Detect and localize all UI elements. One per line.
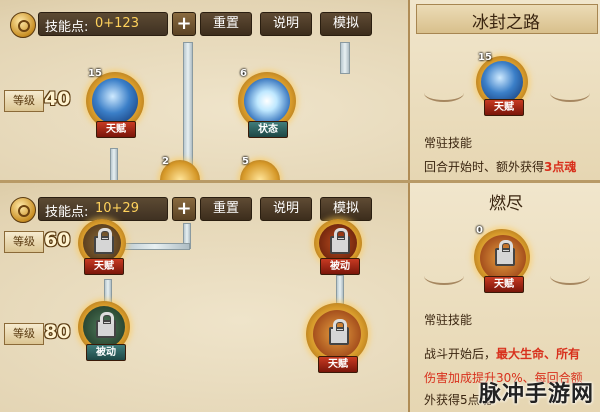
skill-node-locked[interactable]: 被动 xyxy=(314,219,362,275)
skill-type: 常驻技能 xyxy=(424,313,473,327)
detail-skill-icon: 15 天赋 xyxy=(476,52,528,116)
bottom-skill-panel: 技能点: 10+29 + 重置 说明 模拟 等级 60 等级 80 天赋 被动 … xyxy=(0,183,600,412)
skill-coin-icon xyxy=(10,12,36,38)
level-value: 40 xyxy=(44,88,71,110)
skill-description-text: 回合开始时、额外获得 xyxy=(424,160,545,174)
skill-description: 回合开始时、额外获得3点魂 xyxy=(424,158,576,175)
site-watermark: 脉冲手游网 xyxy=(478,382,594,407)
locked-skill-icon xyxy=(83,306,125,348)
passive-badge: 被动 xyxy=(320,258,360,275)
skill-node-locked[interactable]: 被动 xyxy=(78,301,130,361)
lock-icon xyxy=(495,240,515,266)
ice-skill-icon xyxy=(92,78,138,124)
cloud-ornament xyxy=(424,267,464,285)
status-badge: 状态 xyxy=(248,121,288,138)
lock-icon xyxy=(330,228,350,254)
talent-badge: 天赋 xyxy=(484,99,524,116)
skill-path xyxy=(120,243,190,250)
skill-level: 0 xyxy=(476,225,483,236)
talent-badge: 天赋 xyxy=(318,356,358,373)
cloud-ornament xyxy=(550,84,590,102)
top-header: 技能点: 0+123 + 重置 说明 模拟 xyxy=(4,8,404,38)
level-value: 60 xyxy=(44,229,71,251)
lock-icon xyxy=(94,228,114,254)
skill-node-partial[interactable]: 2 xyxy=(160,156,200,182)
skill-type: 常驻技能 xyxy=(424,136,473,150)
burn-skill-icon xyxy=(313,310,361,358)
talent-badge: 天赋 xyxy=(484,276,524,293)
skill-title: 冰封之路 xyxy=(472,13,540,33)
skill-coin-icon xyxy=(10,197,36,223)
bottom-header: 技能点: 10+29 + 重置 说明 模拟 xyxy=(4,193,404,223)
skill-level: 5 xyxy=(242,156,249,167)
add-points-button[interactable]: + xyxy=(172,12,196,36)
skill-description-text: 战斗开始后， xyxy=(424,347,497,361)
skill-detail-panel: 冰封之路 15 天赋 常驻技能 回合开始时、额外获得3点魂 xyxy=(408,0,600,182)
skill-points-value: 0+123 xyxy=(95,16,139,31)
skill-path xyxy=(340,42,350,74)
skill-node-ice[interactable]: 15 天赋 xyxy=(86,68,144,138)
explain-button[interactable]: 说明 xyxy=(260,12,312,36)
burst-skill-icon xyxy=(244,78,290,124)
skill-points-bar: 技能点: 10+29 xyxy=(38,197,168,221)
locked-skill-icon xyxy=(83,224,121,262)
level-tag: 等级 xyxy=(4,231,44,253)
simulate-button[interactable]: 模拟 xyxy=(320,12,372,36)
skill-node-partial[interactable]: 5 xyxy=(240,156,280,182)
talent-badge: 天赋 xyxy=(96,121,136,138)
top-skill-panel: 技能点: 0+123 + 重置 说明 模拟 等级 40 15 天赋 6 状态 2… xyxy=(0,0,600,182)
level-tag: 等级 xyxy=(4,90,44,112)
skill-points-label: 技能点: xyxy=(45,20,89,35)
skill-points-bar: 技能点: 0+123 xyxy=(38,12,168,36)
reset-button[interactable]: 重置 xyxy=(200,197,252,221)
skill-level: 2 xyxy=(162,156,169,167)
lock-icon xyxy=(96,312,116,338)
skill-points-label: 技能点: xyxy=(45,205,89,220)
cloud-ornament xyxy=(550,267,590,285)
lock-icon xyxy=(329,319,349,345)
skill-level: 15 xyxy=(88,68,102,79)
level-tag: 等级 xyxy=(4,323,44,345)
add-points-button[interactable]: + xyxy=(172,197,196,221)
skill-level: 15 xyxy=(478,52,492,63)
detail-skill-icon: 0 天赋 xyxy=(474,225,530,293)
reset-button[interactable]: 重置 xyxy=(200,12,252,36)
simulate-button[interactable]: 模拟 xyxy=(320,197,372,221)
cloud-ornament xyxy=(424,84,464,102)
skill-description-highlight: 3点魂 xyxy=(544,160,577,174)
skill-description-highlight: 最大生命、所有 xyxy=(496,347,581,361)
ice-skill-icon xyxy=(481,61,523,103)
skill-level: 6 xyxy=(240,68,247,79)
level-value: 80 xyxy=(44,321,71,343)
burn-skill-icon xyxy=(480,235,526,281)
locked-skill-icon xyxy=(319,224,357,262)
explain-button[interactable]: 说明 xyxy=(260,197,312,221)
skill-node-selected[interactable]: 天赋 xyxy=(306,303,368,373)
skill-node-locked[interactable]: 天赋 xyxy=(78,219,126,275)
skill-description-line1: 战斗开始后，最大生命、所有 xyxy=(424,345,580,362)
talent-badge: 天赋 xyxy=(84,258,124,275)
passive-badge: 被动 xyxy=(86,344,126,361)
skill-node-burst[interactable]: 6 状态 xyxy=(238,68,296,138)
skill-title: 燃尽 xyxy=(489,194,523,214)
skill-path xyxy=(110,148,118,182)
skill-points-value: 10+29 xyxy=(95,201,139,216)
